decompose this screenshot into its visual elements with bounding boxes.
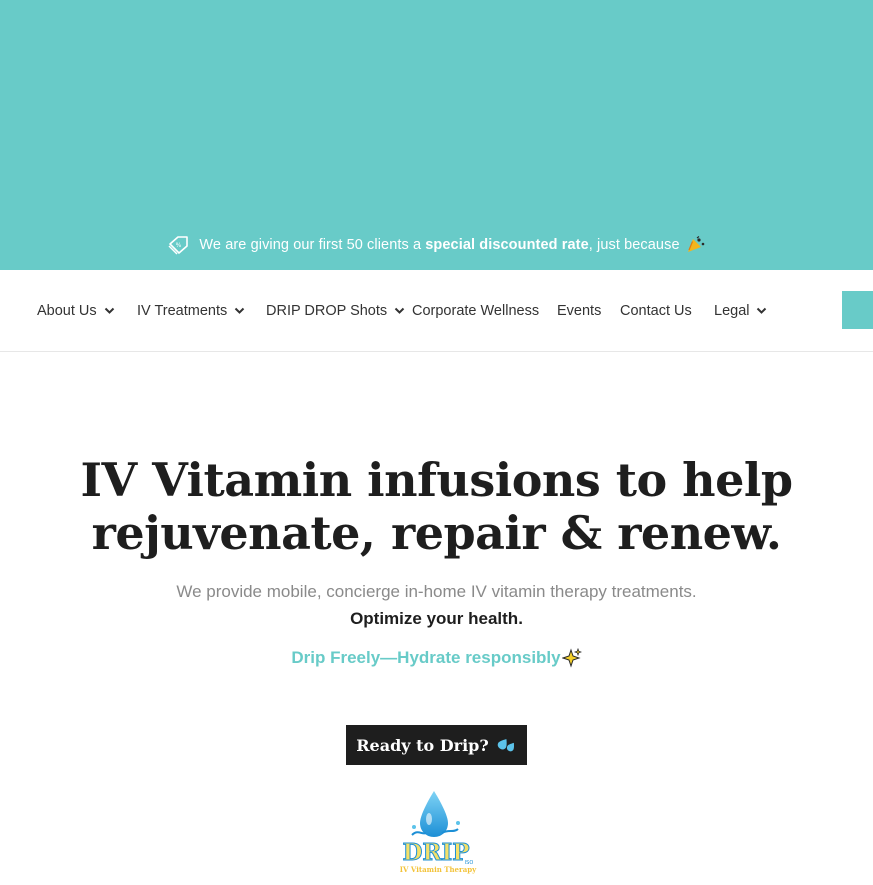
promo-text-after: , just because <box>588 237 680 253</box>
chevron-down-icon <box>104 307 114 314</box>
nav-cta-button[interactable] <box>842 291 873 329</box>
nav-item-legal[interactable]: Legal <box>714 300 767 322</box>
price-tag-icon: % <box>168 236 189 255</box>
nav-item-iv-treatments[interactable]: IV Treatments <box>137 300 245 322</box>
hero-tagline: Drip Freely—Hydrate responsibly <box>0 646 873 670</box>
promo-highlight: special discounted rate <box>425 237 589 253</box>
drip-logo: DRIP ISO IV Vitamin Therapy <box>400 791 477 874</box>
cta-label: Ready to Drip? <box>356 735 489 755</box>
hero-subtitle: We provide mobile, concierge in-home IV … <box>176 582 697 601</box>
hero-banner <box>0 0 873 270</box>
hero-emphasis: Optimize your health. <box>350 609 523 628</box>
page-title: IV Vitamin infusions to help rejuvenate,… <box>0 454 873 560</box>
promo-text-before: We are giving our first 50 clients a <box>199 237 426 253</box>
nav-item-label: Events <box>557 303 602 319</box>
nav-item-label: Corporate Wellness <box>412 303 540 319</box>
logo-tagline: IV Vitamin Therapy <box>400 865 477 874</box>
nav-item-events[interactable]: Events <box>557 300 601 322</box>
logo-wordmark: DRIP <box>402 839 469 866</box>
promo-bar: % We are giving our first 50 clients a s… <box>0 234 873 256</box>
chevron-down-icon <box>394 307 405 314</box>
page-title-line2: rejuvenate, repair & renew. <box>91 506 782 560</box>
hero-tagline-text: Drip Freely—Hydrate responsibly <box>291 648 561 667</box>
svg-text:%: % <box>176 242 182 249</box>
nav-item-corporate-wellness[interactable]: Corporate Wellness <box>412 300 539 322</box>
nav-item-contact-us[interactable]: Contact Us <box>620 300 692 322</box>
nav-item-label: DRIP DROP Shots <box>266 303 388 319</box>
nav-item-label: IV Treatments <box>137 303 228 319</box>
chevron-down-icon <box>235 307 245 314</box>
sweat-droplets-icon <box>497 739 514 752</box>
chevron-down-icon <box>757 307 767 314</box>
page-title-line1: IV Vitamin infusions to help <box>80 453 793 507</box>
nav-item-drip-drop-shots[interactable]: DRIP DROP Shots <box>266 300 405 322</box>
nav-item-label: Contact Us <box>620 303 692 319</box>
nav-item-about-us[interactable]: About Us <box>37 300 115 322</box>
nav-item-label: About Us <box>37 303 97 319</box>
sparkles-icon <box>561 648 582 668</box>
party-popper-icon <box>687 236 704 252</box>
ready-to-drip-button[interactable]: Ready to Drip? <box>346 725 527 765</box>
main-nav: About Us IV Treatments DRIP DROP Shots C… <box>0 270 873 352</box>
nav-item-label: Legal <box>714 303 750 319</box>
